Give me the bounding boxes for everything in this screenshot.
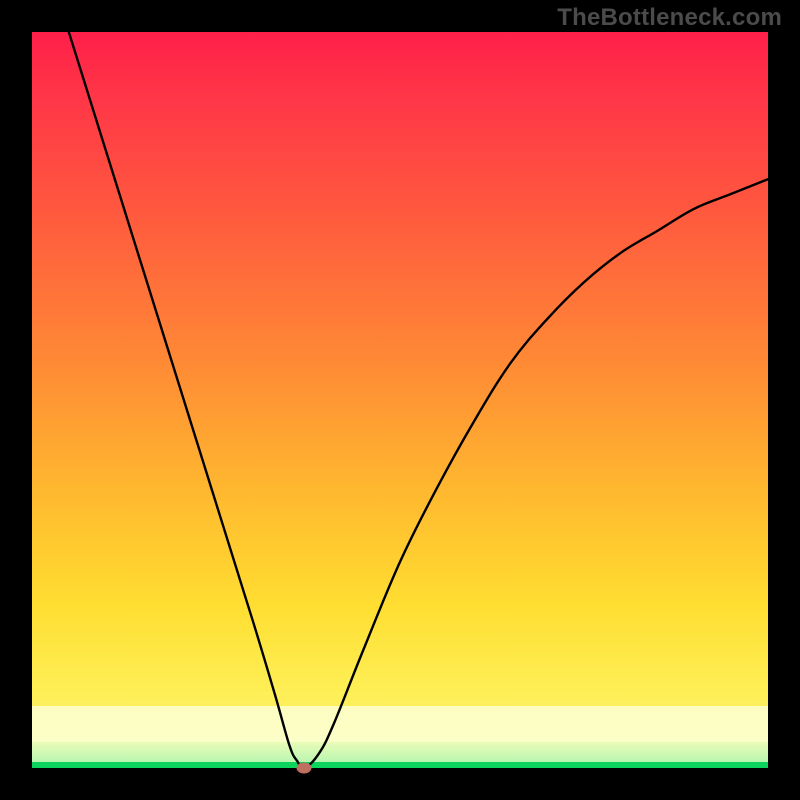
chart-frame: TheBottleneck.com [0, 0, 800, 800]
minimum-marker [297, 763, 312, 774]
watermark-text: TheBottleneck.com [557, 4, 782, 32]
bottleneck-curve [32, 32, 768, 768]
plot-area [32, 32, 768, 768]
